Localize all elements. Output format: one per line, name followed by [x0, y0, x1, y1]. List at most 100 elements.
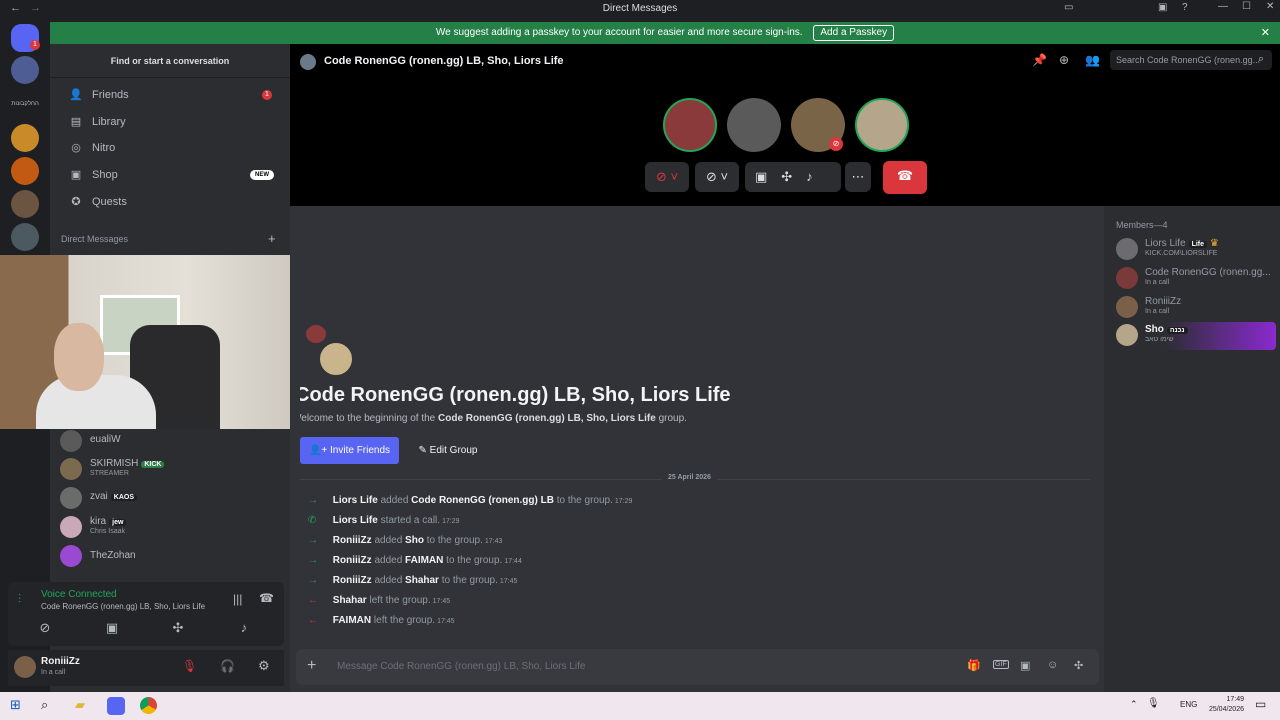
log-actor[interactable]: RoniiiZz: [333, 535, 372, 546]
mic-tray-icon[interactable]: 🎙: [1147, 698, 1160, 709]
close-window-icon[interactable]: ✕: [1266, 1, 1274, 12]
add-friends-icon[interactable]: ⊕: [1059, 53, 1069, 67]
member-item[interactable]: Sho נכנה שימו טאב: [1116, 322, 1276, 350]
log-actor[interactable]: Shahar: [333, 595, 367, 606]
dm-item[interactable]: kira jew Chris Isaak: [60, 513, 280, 541]
camera-off-icon[interactable]: ⊘: [34, 620, 56, 636]
settings-icon[interactable]: ⚙: [258, 658, 270, 674]
dm-name: TheZohan: [90, 550, 136, 561]
apps-icon[interactable]: ✣: [1074, 659, 1083, 672]
chrome-icon[interactable]: [140, 697, 157, 714]
welcome-title: Code RonenGG (ronen.gg) LB, Sho, Liors L…: [300, 384, 731, 406]
screenshare-icon[interactable]: ▣: [101, 620, 123, 636]
search-icon: ⌕: [1258, 53, 1265, 65]
pin-icon[interactable]: 📌: [1032, 53, 1047, 67]
participant-avatar[interactable]: [663, 98, 717, 152]
member-item[interactable]: Liors Life Life ♛ KICK.COM\LIORSLIFE: [1116, 236, 1276, 264]
attach-plus-icon[interactable]: +: [307, 657, 316, 675]
add-passkey-button[interactable]: Add a Passkey: [813, 25, 895, 41]
more-options-button[interactable]: ⋯: [845, 162, 871, 192]
notification-icon[interactable]: ▭: [1255, 697, 1266, 711]
log-actor[interactable]: Liors Life: [333, 495, 378, 506]
search-input[interactable]: Search Code RonenGG (ronen.gg...: [1110, 50, 1272, 70]
emoji-icon[interactable]: ☺: [1047, 659, 1058, 671]
disconnect-icon[interactable]: ☎: [259, 591, 274, 605]
screenshare-icon[interactable]: ▣: [755, 169, 781, 184]
members-header: Members—4: [1116, 220, 1168, 230]
log-rest: to the group.: [556, 495, 613, 506]
minimize-icon[interactable]: —: [1218, 1, 1228, 12]
member-tag: Life: [1188, 241, 1208, 248]
dm-item[interactable]: SKIRMISH KICK STREAMER: [60, 455, 280, 483]
discord-taskbar-icon[interactable]: [107, 697, 125, 715]
activities-icon[interactable]: ✣: [167, 620, 189, 636]
log-verb: added: [374, 575, 403, 586]
create-dm-icon[interactable]: +: [268, 231, 276, 246]
invite-friends-button[interactable]: 👤+ Invite Friends: [300, 437, 399, 464]
chevron-up-icon[interactable]: ⌃: [1130, 699, 1138, 710]
help-icon[interactable]: ?: [1182, 2, 1188, 13]
system-message: → RoniiiZz added FAIMAN to the group. 17:…: [308, 555, 522, 569]
member-list: Members—4 Liors Life Life ♛ KICK.COM\LIORS…: [1104, 206, 1280, 692]
leave-call-button[interactable]: ☎: [883, 161, 927, 194]
mic-toggle-button[interactable]: ⊘ ˅: [645, 162, 689, 192]
nav-nitro[interactable]: ◎ Nitro: [60, 136, 280, 160]
participant-avatar[interactable]: [855, 98, 909, 152]
noise-suppression-icon[interactable]: |||: [233, 592, 242, 606]
gift-icon[interactable]: 🎁: [967, 659, 981, 672]
server-icon[interactable]: [11, 223, 39, 251]
server-icon[interactable]: [11, 56, 39, 84]
sticker-icon[interactable]: ▣: [1020, 659, 1030, 672]
file-explorer-icon[interactable]: ▰: [75, 697, 85, 713]
server-icon[interactable]: [11, 157, 39, 185]
server-icon[interactable]: [11, 190, 39, 218]
member-list-icon[interactable]: 👥: [1085, 53, 1100, 67]
mute-icon[interactable]: 🎙: [182, 659, 197, 673]
participant-avatar[interactable]: [727, 98, 781, 152]
log-target[interactable]: FAIMAN: [405, 555, 443, 566]
edit-group-button[interactable]: ✎ Edit Group: [405, 437, 491, 464]
camera-toggle-button[interactable]: ⊘ ˅: [695, 162, 739, 192]
log-actor[interactable]: RoniiiZz: [333, 575, 372, 586]
member-tag: נכנה: [1166, 327, 1188, 334]
member-item[interactable]: RoniiiZz In a call: [1116, 294, 1276, 322]
voice-channel[interactable]: Code RonenGG (ronen.gg) LB, Sho, Liors L…: [41, 602, 205, 611]
nav-quests[interactable]: ✪ Quests: [60, 190, 280, 214]
log-actor[interactable]: RoniiiZz: [333, 555, 372, 566]
webcam-overlay[interactable]: [0, 255, 311, 429]
find-conversation-button[interactable]: Find or start a conversation: [58, 50, 282, 72]
headphones-icon[interactable]: 🎧: [220, 659, 235, 673]
server-icon[interactable]: [11, 124, 39, 152]
member-name: RoniiiZz: [1145, 296, 1182, 307]
language-indicator[interactable]: ENG: [1180, 700, 1197, 709]
maximize-icon[interactable]: ☐: [1242, 1, 1251, 12]
member-item[interactable]: Code RonenGG (ronen.gg... In a call: [1116, 265, 1276, 293]
soundboard-icon[interactable]: ♪: [806, 169, 827, 184]
windows-start-icon[interactable]: ⊞: [10, 697, 21, 713]
clock[interactable]: 17:49 25/04/2026: [1200, 695, 1244, 715]
activities-icon[interactable]: ✣: [781, 169, 806, 184]
log-actor[interactable]: Liors Life: [333, 515, 378, 526]
log-target[interactable]: Code RonenGG (ronen.gg) LB: [411, 495, 554, 506]
soundboard-icon[interactable]: ♪: [233, 620, 255, 635]
log-actor[interactable]: FAIMAN: [333, 615, 371, 626]
dm-item[interactable]: eualiW: [60, 427, 280, 455]
search-icon[interactable]: ⌕: [41, 697, 48, 713]
close-banner-icon[interactable]: ✕: [1261, 22, 1270, 44]
log-target[interactable]: Shahar: [405, 575, 439, 586]
avatar[interactable]: [14, 656, 36, 678]
welcome-line-bold: Code RonenGG (ronen.gg) LB, Sho, Liors L…: [438, 413, 656, 424]
dm-item[interactable]: zvai KAOS: [60, 484, 280, 512]
nav-friends[interactable]: 👤 Friends 1: [60, 83, 280, 107]
gif-icon[interactable]: GIF: [993, 660, 1009, 669]
monitor-icon[interactable]: ▣: [1158, 2, 1167, 13]
new-badge: NEW: [250, 170, 274, 180]
log-target[interactable]: Sho: [405, 535, 424, 546]
dm-item[interactable]: TheZohan: [60, 542, 280, 570]
message-input[interactable]: Message Code RonenGG (ronen.gg) LB, Sho,…: [337, 661, 585, 672]
inbox-icon[interactable]: ▭: [1064, 2, 1073, 13]
member-name: Sho נכנה: [1145, 324, 1188, 335]
group-avatar-small: [306, 325, 326, 343]
nav-library[interactable]: ▤ Library: [60, 110, 280, 134]
nav-shop[interactable]: ▣ Shop NEW: [60, 163, 280, 187]
